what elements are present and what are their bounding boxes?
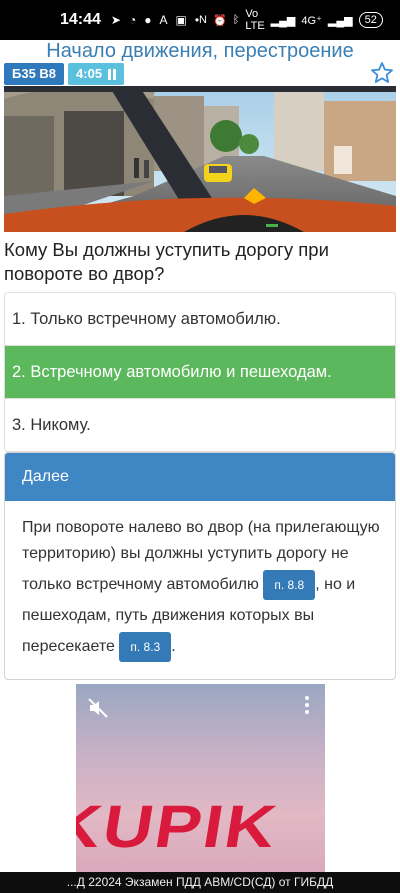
star-icon[interactable] bbox=[370, 61, 394, 85]
more-options-icon[interactable] bbox=[305, 696, 309, 714]
sync-icon: ◔ bbox=[128, 13, 137, 27]
question-badges: Б35 В8 4:05 bbox=[4, 63, 125, 85]
bag-icon: ▣ bbox=[175, 13, 187, 27]
battery-icon: 52 bbox=[358, 12, 383, 28]
ad-video[interactable]: KUPIK bbox=[76, 684, 325, 872]
wifi-signal-icon: ▂▄▆ bbox=[270, 14, 296, 27]
mute-icon[interactable] bbox=[86, 696, 110, 720]
volte-label: Vo LTE bbox=[245, 8, 265, 32]
answer-option-3[interactable]: 3. Никому. bbox=[5, 399, 395, 451]
text-a-icon: A bbox=[159, 13, 168, 27]
status-time: 14:44 bbox=[60, 11, 101, 28]
answer-list: 1. Только встречному автомобилю. 2. Встр… bbox=[4, 292, 396, 452]
explanation-text: При повороте налево во двор (на прилегаю… bbox=[5, 501, 395, 679]
title-bar: Начало движения, перестроение bbox=[0, 40, 400, 62]
telegram-icon: ➤ bbox=[110, 13, 121, 27]
road-scene-image bbox=[4, 86, 396, 232]
explanation-panel: Далее При повороте налево во двор (на пр… bbox=[4, 452, 396, 680]
ad-logo: KUPIK bbox=[76, 793, 283, 860]
timer-badge[interactable]: 4:05 bbox=[68, 63, 125, 85]
system-icons: N ⏰ ᛒ Vo LTE ▂▄▆ 4G⁺ ▂▄▆ 52 bbox=[199, 8, 383, 32]
alarm-icon: ⏰ bbox=[213, 14, 227, 27]
explanation-part-3: . bbox=[171, 638, 176, 656]
timer-value: 4:05 bbox=[76, 66, 103, 81]
bluetooth-icon: ᛒ bbox=[232, 14, 240, 26]
rule-ref-8-8-button[interactable]: п. 8.8 bbox=[263, 570, 316, 600]
rule-ref-8-3-button[interactable]: п. 8.3 bbox=[119, 632, 172, 662]
ticket-badge: Б35 В8 bbox=[4, 63, 65, 85]
pause-icon[interactable] bbox=[108, 68, 117, 80]
battery-level: 52 bbox=[364, 14, 377, 26]
answer-option-2[interactable]: 2. Встречному автомобилю и пешеходам. bbox=[5, 346, 395, 399]
status-bar: 14:44 ➤ ◔ ● A ▣ • N ⏰ ᛒ Vo LTE ▂▄▆ 4G⁺ ▂… bbox=[0, 0, 400, 40]
bottom-banner[interactable]: ...Д 22024 Экзамен ПДД ABM/CD(СД) от ГИБ… bbox=[0, 872, 400, 893]
page-title: Начало движения, перестроение bbox=[46, 40, 354, 62]
nfc-icon: N bbox=[199, 14, 207, 26]
question-text: Кому Вы должны уступить дорогу при повор… bbox=[4, 239, 329, 284]
notification-icons: ➤ ◔ ● A ▣ • bbox=[111, 13, 199, 27]
signal-bars-icon: ▂▄▆ bbox=[327, 14, 353, 27]
next-button[interactable]: Далее bbox=[5, 453, 395, 501]
person-icon: ● bbox=[144, 13, 152, 27]
network-type: 4G⁺ bbox=[301, 14, 322, 27]
answer-option-1[interactable]: 1. Только встречному автомобилю. bbox=[5, 293, 395, 346]
